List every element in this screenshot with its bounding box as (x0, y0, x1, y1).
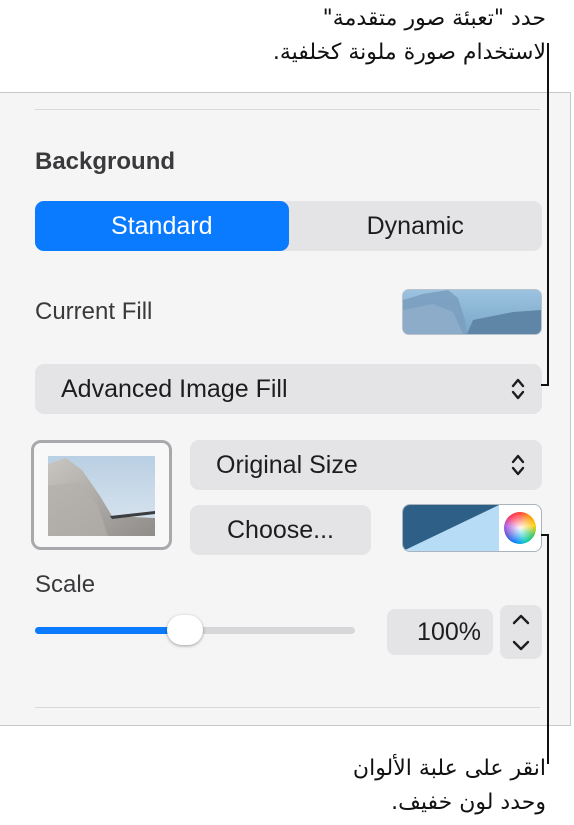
current-fill-label: Current Fill (35, 298, 153, 325)
fill-type-value: Advanced Image Fill (61, 374, 288, 403)
current-fill-swatch[interactable] (402, 289, 542, 335)
slider-fill (35, 627, 186, 634)
tint-color-swatch (403, 505, 499, 551)
scale-stepper[interactable] (500, 605, 542, 659)
color-wheel-icon[interactable] (504, 512, 536, 544)
image-well[interactable] (31, 440, 172, 550)
tint-color-well[interactable] (402, 504, 542, 552)
callout-leader-line (547, 534, 549, 764)
image-scaling-popup[interactable]: Original Size (190, 440, 542, 490)
scale-label: Scale (35, 571, 96, 598)
chevron-down-icon (512, 640, 530, 650)
choose-image-button[interactable]: Choose... (190, 505, 371, 555)
chevron-up-down-icon (511, 378, 525, 400)
chevron-up-icon (512, 614, 530, 624)
divider (35, 109, 540, 110)
callout-line: انقر على علبة الألوان (352, 756, 546, 781)
format-sidebar: Background Standard Dynamic Current Fill… (0, 92, 571, 726)
callout-leader-tick (541, 534, 549, 536)
background-image-thumbnail (48, 456, 155, 536)
divider (35, 707, 540, 708)
background-mode-control: Standard Dynamic (35, 201, 542, 251)
current-fill-preview-image (403, 290, 541, 334)
fill-type-popup[interactable]: Advanced Image Fill (35, 364, 542, 414)
callout-select-advanced-image-fill: حدد "تعبئة صور متقدمة" لاستخدام صورة ملو… (273, 2, 546, 70)
callout-line: حدد "تعبئة صور متقدمة" (322, 6, 546, 31)
callout-leader-line (547, 43, 549, 385)
callout-click-color-well: انقر على علبة الألوان وحدد لون خفيف. (353, 752, 546, 820)
background-section-title: Background (35, 148, 176, 175)
callout-line: وحدد لون خفيف. (391, 790, 546, 815)
segment-standard[interactable]: Standard (35, 201, 289, 251)
stepper-down[interactable] (500, 632, 542, 659)
slider-knob[interactable] (167, 615, 204, 645)
segment-dynamic[interactable]: Dynamic (289, 201, 543, 251)
scale-slider[interactable] (35, 615, 355, 645)
stepper-up[interactable] (500, 605, 542, 632)
chevron-up-down-icon (511, 454, 525, 476)
callout-leader-tick (541, 384, 549, 386)
scale-value-field[interactable]: 100% (387, 609, 493, 655)
callout-line: لاستخدام صورة ملونة كخلفية. (272, 40, 546, 65)
image-scaling-value: Original Size (216, 450, 358, 479)
